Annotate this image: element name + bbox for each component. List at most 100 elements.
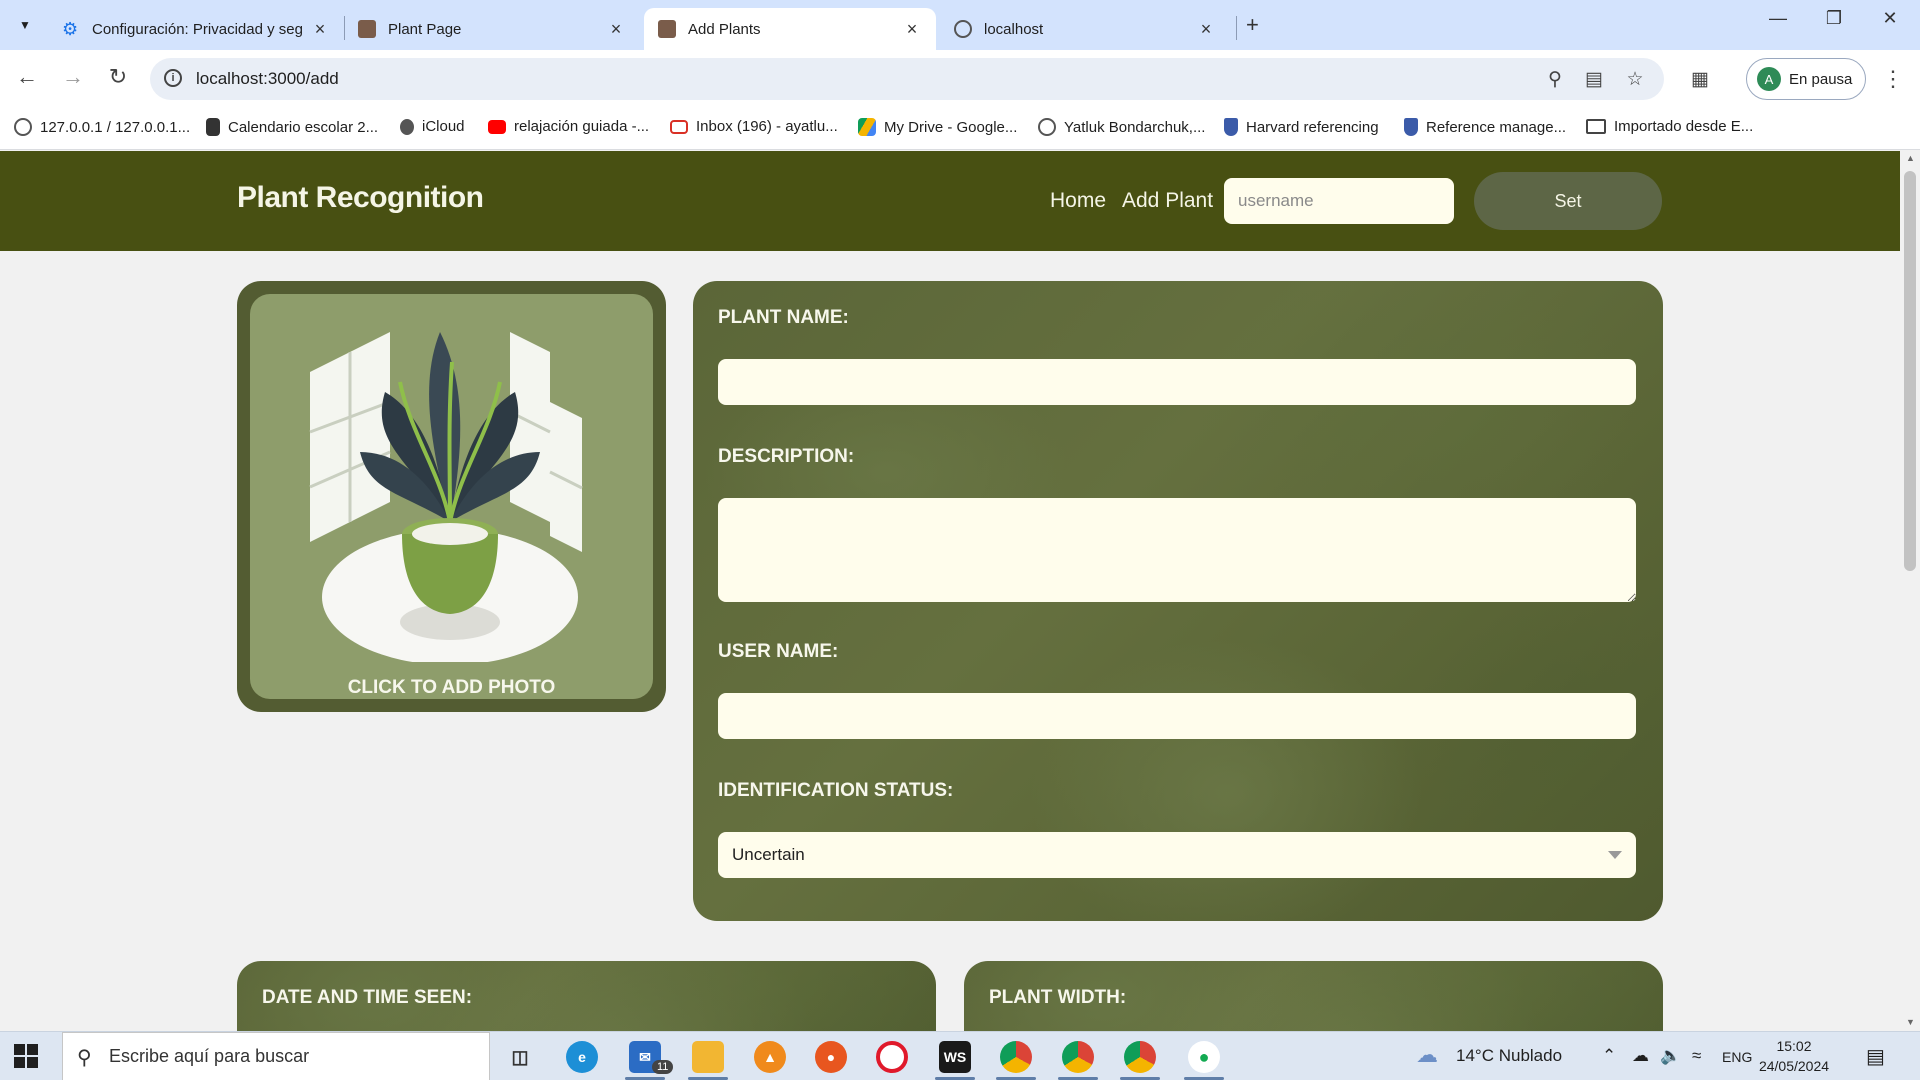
browser-menu-button[interactable]: ⋮ — [1882, 66, 1904, 92]
minimize-button[interactable]: — — [1758, 8, 1798, 29]
tab-settings[interactable]: ⚙ Configuración: Privacidad y seg × — [48, 8, 344, 50]
nav-home-link[interactable]: Home — [1050, 189, 1106, 213]
firefox-icon[interactable]: ● — [815, 1041, 847, 1073]
username-input[interactable] — [1224, 178, 1454, 224]
tab-title: Add Plants — [688, 20, 761, 38]
user-name-input[interactable] — [718, 693, 1636, 739]
bookmark-item[interactable]: Yatluk Bondarchuk,... — [1038, 118, 1205, 136]
chevron-down-icon: ▼ — [19, 18, 31, 32]
bookmark-item[interactable]: relajación guiada -... — [488, 118, 649, 135]
restore-icon: ❐ — [1825, 8, 1843, 28]
clock-date: 24/05/2024 — [1758, 1058, 1830, 1074]
opera-icon[interactable] — [876, 1041, 908, 1073]
profile-button[interactable]: A En pausa — [1746, 58, 1866, 100]
scroll-down-icon[interactable]: ▼ — [1906, 1017, 1915, 1027]
onedrive-icon[interactable]: ☁ — [1632, 1046, 1649, 1066]
google-drive-icon — [858, 118, 876, 136]
bookmark-item[interactable]: 127.0.0.1 / 127.0.0.1... — [14, 118, 190, 136]
more-vertical-icon: ⋮ — [1882, 66, 1904, 91]
install-app-icon[interactable]: ▤ — [1580, 68, 1608, 91]
user-name-label: USER NAME: — [718, 641, 839, 662]
browser-toolbar: ← → ↻ i localhost:3000/add ⚲ ▤ ☆ ▦ A En … — [0, 50, 1920, 108]
chrome-icon[interactable] — [1000, 1041, 1032, 1073]
site-header: Plant Recognition Home Add Plant Set — [0, 151, 1900, 251]
search-icon: ⚲ — [77, 1047, 92, 1069]
add-photo-label: CLICK TO ADD PHOTO — [347, 677, 556, 698]
bookmark-item[interactable]: Harvard referencing — [1224, 118, 1379, 136]
tab-add-plants[interactable]: Add Plants × — [644, 8, 936, 50]
identification-status-select[interactable]: Uncertain — [718, 832, 1636, 878]
bookmark-folder[interactable]: Importado desde E... — [1586, 118, 1753, 135]
notifications-icon[interactable]: ▤ — [1866, 1044, 1885, 1069]
cloud-icon: ☁ — [1416, 1042, 1438, 1067]
chevron-up-icon[interactable]: ⌃ — [1602, 1046, 1616, 1066]
task-view-icon[interactable]: ◫ — [504, 1041, 536, 1073]
restore-button[interactable]: ❐ — [1814, 8, 1854, 29]
date-time-label: DATE AND TIME SEEN: — [262, 987, 473, 1008]
bookmark-label: Importado desde E... — [1614, 118, 1754, 135]
system-clock[interactable]: 15:02 24/05/2024 — [1754, 1036, 1834, 1076]
mongodb-icon[interactable]: ● — [1188, 1041, 1220, 1073]
brave-icon[interactable]: ▲ — [754, 1041, 786, 1073]
chevron-down-icon — [1608, 851, 1622, 859]
bookmark-label: relajación guiada -... — [514, 118, 650, 135]
bookmark-item[interactable]: Reference manage... — [1404, 118, 1566, 136]
reload-button[interactable]: ↻ — [103, 64, 133, 90]
scrollbar-thumb[interactable] — [1904, 171, 1916, 571]
bookmark-item[interactable]: Inbox (196) - ayatlu... — [670, 118, 838, 135]
youtube-icon — [488, 119, 506, 134]
arrow-left-icon: ← — [16, 64, 38, 89]
weather-text[interactable]: 14°C Nublado — [1456, 1046, 1562, 1066]
globe-icon — [954, 20, 972, 38]
wifi-icon[interactable]: ≈ — [1692, 1046, 1701, 1066]
set-username-button[interactable]: Set — [1474, 172, 1662, 230]
tab-localhost[interactable]: localhost × — [940, 8, 1230, 50]
plant-width-card: PLANT WIDTH: — [964, 961, 1663, 1031]
close-icon[interactable]: × — [902, 19, 922, 40]
add-photo-area[interactable]: CLICK TO ADD PHOTO — [250, 294, 653, 699]
close-icon[interactable]: × — [310, 19, 330, 40]
extensions-icon[interactable]: ▦ — [1686, 68, 1714, 91]
chrome-icon[interactable] — [1124, 1041, 1156, 1073]
shield-icon — [1224, 118, 1238, 136]
new-tab-button[interactable]: + — [1246, 12, 1259, 38]
globe-icon — [14, 118, 32, 136]
tab-plant-page[interactable]: Plant Page × — [344, 8, 640, 50]
nav-add-plant-link[interactable]: Add Plant — [1122, 189, 1213, 213]
taskbar-search[interactable]: ⚲ Escribe aquí para buscar — [62, 1032, 490, 1080]
scroll-up-icon[interactable]: ▲ — [1906, 153, 1915, 163]
brand-title: Plant Recognition — [237, 181, 484, 214]
site-info-icon[interactable]: i — [164, 69, 182, 87]
chrome-icon[interactable] — [1062, 1041, 1094, 1073]
close-icon[interactable]: × — [606, 19, 626, 40]
page-scrollbar[interactable]: ▲ ▼ — [1900, 151, 1920, 1031]
folder-icon — [1586, 119, 1606, 134]
mail-badge: 11 — [652, 1060, 674, 1074]
bookmark-star-icon[interactable]: ☆ — [1621, 68, 1649, 91]
bookmark-item[interactable]: My Drive - Google... — [858, 118, 1017, 136]
windows-start-button[interactable] — [14, 1044, 38, 1068]
calendar-icon — [206, 118, 220, 136]
file-explorer-icon[interactable] — [692, 1041, 724, 1073]
close-window-button[interactable]: ✕ — [1870, 8, 1910, 29]
arrow-right-icon: → — [62, 64, 84, 89]
back-button[interactable]: ← — [12, 64, 42, 90]
webstorm-icon[interactable]: WS — [939, 1041, 971, 1073]
edge-icon[interactable]: e — [566, 1041, 598, 1073]
address-bar[interactable]: i localhost:3000/add ⚲ ▤ ☆ — [150, 58, 1664, 100]
bookmark-item[interactable]: Calendario escolar 2... — [206, 118, 378, 136]
shield-icon — [1404, 118, 1418, 136]
location-pin-icon[interactable]: ⚲ — [1541, 68, 1569, 91]
bookmark-item[interactable]: iCloud — [400, 118, 465, 135]
tab-search-button[interactable]: ▼ — [10, 10, 40, 40]
volume-icon[interactable]: 🔈 — [1660, 1046, 1681, 1066]
minimize-icon: — — [1769, 8, 1787, 28]
plant-illustration-icon — [309, 332, 583, 662]
description-textarea[interactable] — [718, 498, 1636, 602]
url-text[interactable]: localhost:3000/add — [196, 69, 339, 89]
plant-name-input[interactable] — [718, 359, 1636, 405]
gear-icon: ⚙ — [62, 19, 79, 39]
close-icon[interactable]: × — [1196, 19, 1216, 40]
language-indicator[interactable]: ENG — [1722, 1049, 1752, 1065]
forward-button[interactable]: → — [58, 64, 88, 90]
